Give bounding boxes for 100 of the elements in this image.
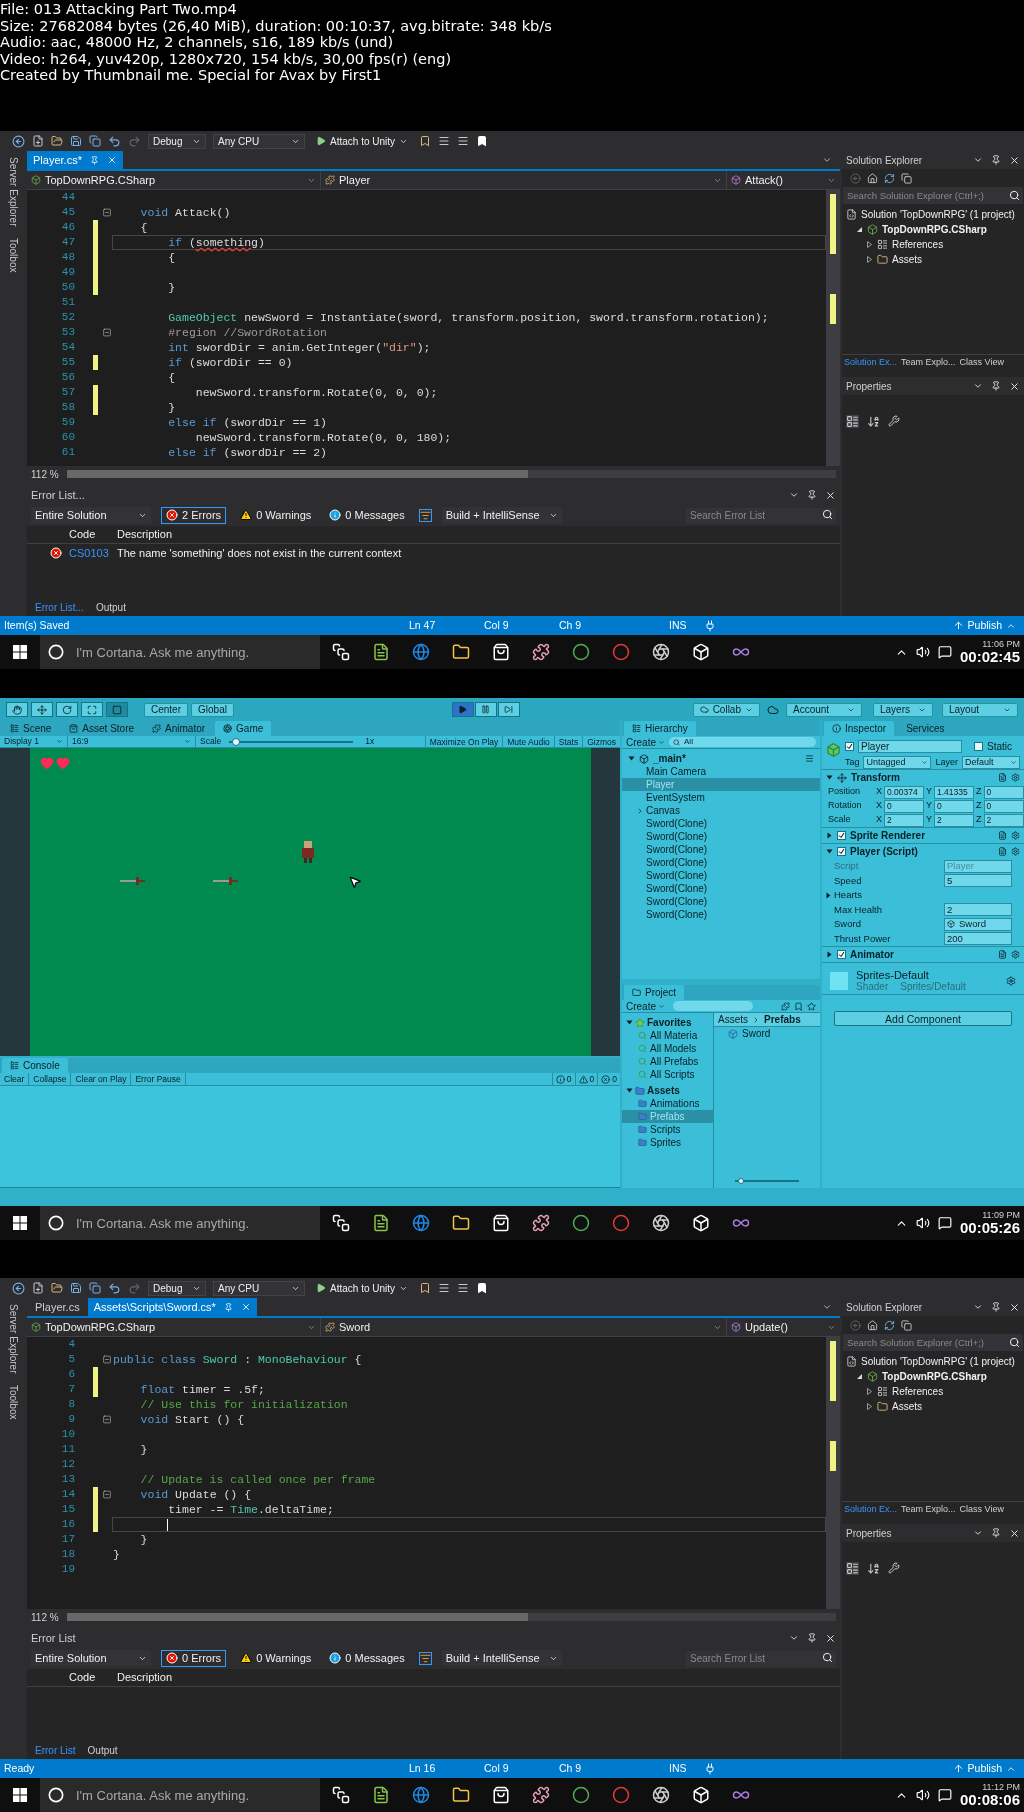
aspect-dropdown[interactable]: 16:9	[68, 736, 196, 747]
panel-tab[interactable]: Game	[215, 721, 272, 736]
settings-icon[interactable]	[1011, 831, 1020, 840]
layers-dropdown[interactable]: Layers	[873, 702, 933, 717]
expanded-arrow-icon[interactable]	[826, 774, 833, 781]
pin-icon[interactable]	[991, 381, 1001, 391]
home-icon[interactable]	[867, 1319, 878, 1331]
filter-icon[interactable]	[418, 1651, 432, 1665]
create-dropdown[interactable]: Create	[626, 734, 665, 750]
plug-icon[interactable]	[704, 619, 716, 632]
notifications-icon[interactable]	[937, 1216, 952, 1230]
notifications-icon[interactable]	[937, 1788, 952, 1802]
value-field[interactable]: 200	[944, 932, 1012, 946]
toggle-button[interactable]: Stats	[553, 736, 583, 747]
windows-start-icon[interactable]	[13, 1216, 27, 1230]
messages-filter-button[interactable]: 0 Messages	[325, 1649, 409, 1667]
tree-item[interactable]: Solution 'TopDownRPG' (1 project)	[861, 207, 1015, 222]
scale-slider[interactable]	[229, 737, 354, 746]
panel-tab[interactable]: Solution Ex...	[842, 356, 900, 370]
project-item[interactable]: All Prefabs	[622, 1055, 713, 1068]
navigation-dropdown[interactable]: TopDownRPG.CSharp	[27, 171, 321, 189]
collapsed-arrow-icon[interactable]	[825, 891, 832, 899]
panel-tab[interactable]: Services	[898, 721, 953, 736]
chevron-down-icon[interactable]	[973, 155, 983, 165]
globe-icon[interactable]	[412, 643, 430, 661]
expanded-arrow-icon[interactable]	[626, 1087, 633, 1094]
rotate-tool[interactable]	[56, 702, 78, 717]
pivot-button[interactable]: Center	[144, 702, 188, 717]
component-title[interactable]: Transform	[851, 770, 900, 785]
pause-button[interactable]	[474, 702, 497, 717]
checkbox[interactable]	[844, 742, 854, 751]
warnings-filter-button[interactable]: 0 Warnings	[236, 506, 316, 524]
console-button[interactable]: Collapse	[29, 1073, 72, 1085]
cube-icon[interactable]	[692, 1786, 710, 1804]
bag-icon[interactable]	[492, 1214, 510, 1232]
filter-icon[interactable]	[418, 508, 432, 522]
tree-item[interactable]: Assets	[892, 252, 922, 267]
rect-tool[interactable]	[106, 702, 128, 717]
cube-icon[interactable]	[692, 1214, 710, 1232]
ring-icon[interactable]	[612, 1214, 630, 1232]
panel-tab[interactable]: Hierarchy	[624, 721, 696, 736]
console-button[interactable]: Clear	[0, 1073, 30, 1085]
checkbox[interactable]	[837, 950, 846, 959]
search-field[interactable]: Search Solution Explorer (Ctrl+;)	[843, 1334, 1023, 1351]
collapse-icon[interactable]	[102, 208, 112, 217]
star-icon[interactable]	[807, 1001, 816, 1011]
warnings-filter-button[interactable]: 0 Warnings	[236, 1649, 316, 1667]
cortana-search-field[interactable]: I'm Cortana. Ask me anything.	[40, 635, 320, 669]
log-count-toggle[interactable]: 0	[551, 1073, 575, 1085]
cortana-search-field[interactable]: I'm Cortana. Ask me anything.	[40, 1206, 320, 1240]
column-header[interactable]: Code	[65, 526, 113, 543]
bookmark-icon[interactable]	[419, 1282, 432, 1294]
home-icon[interactable]	[867, 172, 878, 184]
back-icon[interactable]	[12, 1281, 25, 1295]
stacked-squares-icon[interactable]	[332, 1786, 350, 1804]
close-icon[interactable]	[1009, 1527, 1020, 1539]
error-code-link[interactable]: CS0103	[65, 544, 113, 562]
collapse-icon[interactable]	[102, 1490, 112, 1499]
number-field[interactable]: 0	[983, 799, 1024, 813]
panel-tab[interactable]: Animator	[144, 721, 214, 736]
menu-icon[interactable]	[805, 754, 814, 763]
panel-tab[interactable]: Team Explo...	[899, 1503, 958, 1517]
object-field[interactable]: Sword	[944, 917, 1012, 931]
panel-tab[interactable]: Asset Store	[61, 721, 143, 736]
foldout-label[interactable]: Hearts	[834, 888, 944, 903]
pin-icon[interactable]	[807, 1633, 817, 1643]
collapsed-arrow-icon[interactable]	[826, 951, 833, 958]
tree-item[interactable]: TopDownRPG.CSharp	[882, 222, 987, 237]
panel-tab[interactable]: Scene	[2, 721, 60, 736]
sort-icon[interactable]	[867, 414, 880, 428]
project-item[interactable]: All Scripts	[622, 1068, 713, 1081]
pin-icon[interactable]	[807, 490, 817, 500]
scope-dropdown[interactable]: Entire Solution	[31, 507, 151, 523]
chevron-down-icon[interactable]	[973, 1528, 983, 1538]
attach-button[interactable]: Attach to Unity	[312, 133, 413, 149]
project-item[interactable]: All Models	[622, 1042, 713, 1055]
puzzle-icon[interactable]	[532, 1786, 550, 1804]
hierarchy-item[interactable]: Main Camera	[622, 765, 820, 778]
stacked-squares-icon[interactable]	[332, 1214, 350, 1232]
puzzle-icon[interactable]	[532, 1214, 550, 1232]
log-count-toggle[interactable]: 0	[574, 1073, 598, 1085]
categorized-icon[interactable]	[846, 414, 859, 428]
bookmark-icon[interactable]	[419, 135, 432, 147]
pin-icon[interactable]	[991, 1302, 1001, 1312]
bag-icon[interactable]	[492, 1786, 510, 1804]
tab-list-icon[interactable]	[822, 1302, 832, 1312]
speaker-icon[interactable]	[915, 1788, 930, 1802]
speaker-icon[interactable]	[915, 645, 930, 659]
name-field[interactable]: Player	[857, 740, 962, 753]
number-field[interactable]: 2	[934, 813, 975, 827]
close-icon[interactable]	[1009, 1301, 1020, 1313]
toggle-button[interactable]: Gizmos	[582, 736, 620, 747]
icon-size-slider[interactable]	[735, 1178, 799, 1184]
slider-thumb[interactable]	[737, 1178, 744, 1184]
breadcrumb[interactable]: Prefabs	[764, 1012, 801, 1027]
panel-tab[interactable]: Solution Ex...	[842, 1503, 900, 1517]
bookmark-icon[interactable]	[476, 1282, 489, 1294]
configuration-dropdown[interactable]: Debug	[148, 133, 206, 149]
zoom-level[interactable]: 112 %	[31, 1609, 59, 1625]
panel-tab[interactable]: Error List	[31, 1742, 80, 1758]
